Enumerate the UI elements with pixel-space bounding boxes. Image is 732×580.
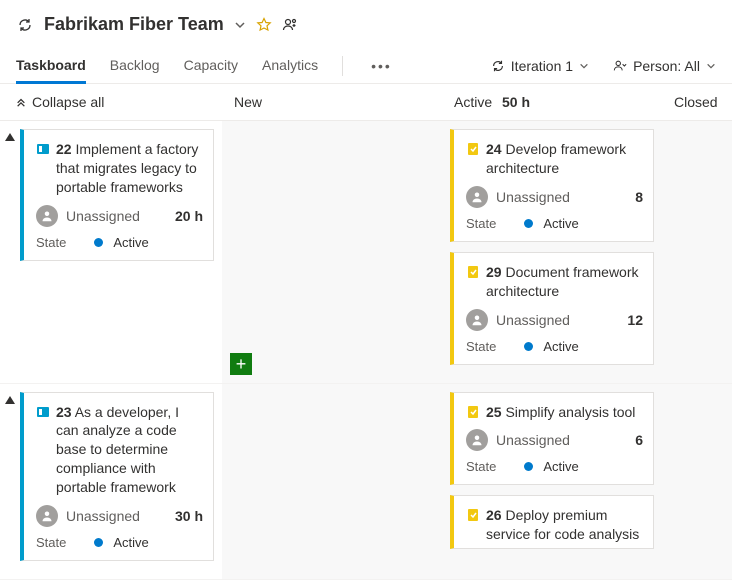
tab-backlog[interactable]: Backlog bbox=[110, 49, 160, 83]
hours: 8 bbox=[635, 189, 643, 205]
story-card[interactable]: 22 Implement a factory that migrates leg… bbox=[20, 129, 214, 261]
assignee: Unassigned bbox=[496, 432, 627, 448]
story-card[interactable]: 23 As a developer, I can analyze a code … bbox=[20, 392, 214, 561]
state-label: State bbox=[36, 535, 66, 550]
state-value: Active bbox=[543, 339, 578, 354]
row-collapse-toggle[interactable] bbox=[0, 121, 20, 383]
team-members-icon[interactable] bbox=[282, 17, 298, 33]
story-title: 23 As a developer, I can analyze a code … bbox=[56, 403, 203, 497]
assignee: Unassigned bbox=[66, 208, 167, 224]
column-header-active: Active 50 h bbox=[442, 84, 662, 120]
state-dot-icon bbox=[94, 238, 103, 247]
state-dot-icon bbox=[524, 342, 533, 351]
hours: 30 h bbox=[175, 508, 203, 524]
column-headers: Collapse all New Active 50 h Closed bbox=[0, 84, 732, 121]
assignee: Unassigned bbox=[496, 312, 619, 328]
collapse-chevron-icon bbox=[16, 97, 26, 107]
task-card[interactable]: 26 Deploy premium service for code analy… bbox=[450, 495, 654, 549]
hours: 6 bbox=[635, 432, 643, 448]
state-label: State bbox=[466, 216, 496, 231]
task-card[interactable]: 24 Develop framework architecture Unassi… bbox=[450, 129, 654, 242]
task-icon bbox=[466, 142, 480, 156]
triangle-up-icon bbox=[5, 133, 15, 141]
assignee: Unassigned bbox=[66, 508, 167, 524]
state-dot-icon bbox=[94, 538, 103, 547]
iteration-filter[interactable]: Iteration 1 bbox=[491, 58, 589, 74]
user-story-icon bbox=[36, 405, 50, 419]
task-title: 25 Simplify analysis tool bbox=[486, 403, 635, 422]
sprint-icon bbox=[16, 16, 34, 34]
collapse-label: Collapse all bbox=[32, 94, 104, 110]
state-label: State bbox=[36, 235, 66, 250]
story-title: 22 Implement a factory that migrates leg… bbox=[56, 140, 203, 197]
state-value: Active bbox=[543, 459, 578, 474]
person-label: Person: All bbox=[633, 58, 700, 74]
column-header-closed: Closed bbox=[662, 84, 732, 120]
state-value: Active bbox=[543, 216, 578, 231]
state-value: Active bbox=[113, 235, 148, 250]
unassigned-avatar-icon bbox=[36, 505, 58, 527]
task-icon bbox=[466, 265, 480, 279]
tab-taskboard[interactable]: Taskboard bbox=[16, 49, 86, 84]
board-row: 22 Implement a factory that migrates leg… bbox=[0, 121, 732, 384]
more-menu-icon[interactable]: ••• bbox=[367, 50, 396, 82]
active-hours-total: 50 h bbox=[502, 94, 530, 110]
team-chevron-icon[interactable] bbox=[234, 19, 246, 31]
team-header: Fabrikam Fiber Team bbox=[0, 0, 732, 43]
task-title: 29 Document framework architecture bbox=[486, 263, 643, 301]
task-icon bbox=[466, 405, 480, 419]
lane-active[interactable]: 24 Develop framework architecture Unassi… bbox=[442, 121, 662, 383]
assignee: Unassigned bbox=[496, 189, 627, 205]
chevron-down-icon bbox=[706, 61, 716, 71]
hours: 20 h bbox=[175, 208, 203, 224]
tab-capacity[interactable]: Capacity bbox=[184, 49, 238, 83]
favorite-star-icon[interactable] bbox=[256, 17, 272, 33]
person-filter[interactable]: Person: All bbox=[613, 58, 716, 74]
tabs-row: Taskboard Backlog Capacity Analytics •••… bbox=[0, 43, 732, 84]
task-title: 26 Deploy premium service for code analy… bbox=[486, 506, 643, 544]
state-label: State bbox=[466, 339, 496, 354]
state-dot-icon bbox=[524, 219, 533, 228]
hours: 12 bbox=[627, 312, 643, 328]
unassigned-avatar-icon bbox=[466, 309, 488, 331]
board-row: 23 As a developer, I can analyze a code … bbox=[0, 384, 732, 580]
task-title: 24 Develop framework architecture bbox=[486, 140, 643, 178]
unassigned-avatar-icon bbox=[36, 205, 58, 227]
user-story-icon bbox=[36, 142, 50, 156]
team-title: Fabrikam Fiber Team bbox=[44, 14, 224, 35]
state-dot-icon bbox=[524, 462, 533, 471]
add-task-button[interactable]: + bbox=[230, 353, 252, 375]
collapse-all-button[interactable]: Collapse all bbox=[0, 84, 222, 120]
lane-closed[interactable] bbox=[662, 121, 732, 383]
person-icon bbox=[613, 59, 627, 73]
task-icon bbox=[466, 508, 480, 522]
unassigned-avatar-icon bbox=[466, 186, 488, 208]
state-value: Active bbox=[113, 535, 148, 550]
task-card[interactable]: 29 Document framework architecture Unass… bbox=[450, 252, 654, 365]
lane-new[interactable]: + bbox=[222, 121, 442, 383]
iteration-label: Iteration 1 bbox=[511, 58, 573, 74]
sprint-icon bbox=[491, 59, 505, 73]
triangle-up-icon bbox=[5, 396, 15, 404]
chevron-down-icon bbox=[579, 61, 589, 71]
state-label: State bbox=[466, 459, 496, 474]
task-card[interactable]: 25 Simplify analysis tool Unassigned 6 S… bbox=[450, 392, 654, 486]
tab-analytics[interactable]: Analytics bbox=[262, 49, 318, 83]
unassigned-avatar-icon bbox=[466, 429, 488, 451]
column-header-new: New bbox=[222, 84, 442, 120]
